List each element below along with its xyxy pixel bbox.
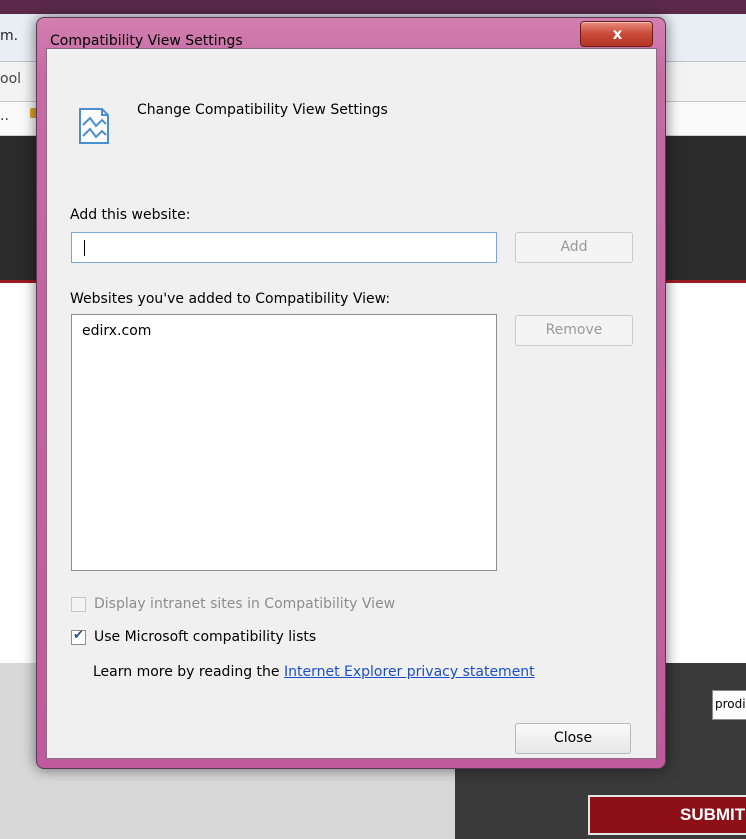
add-button-label: Add (560, 239, 588, 255)
compatibility-view-icon (78, 103, 110, 151)
list-item[interactable]: edirx.com (82, 323, 151, 339)
microsoft-lists-checkbox[interactable] (71, 628, 86, 645)
menu-text: ool (0, 71, 22, 87)
remove-button[interactable]: Remove (515, 315, 633, 346)
text-cursor (84, 240, 85, 256)
page-submit-button[interactable]: SUBMIT (588, 795, 746, 835)
dialog-title: Compatibility View Settings (50, 33, 243, 49)
dialog-header-title: Change Compatibility View Settings (137, 102, 388, 118)
privacy-statement-link[interactable]: Internet Explorer privacy statement (284, 664, 535, 680)
add-website-input[interactable] (71, 232, 497, 263)
microsoft-lists-option[interactable]: Use Microsoft compatibility lists (71, 628, 371, 649)
browser-titlebar (0, 0, 746, 14)
intranet-option[interactable]: Display intranet sites in Compatibility … (71, 596, 431, 616)
page-submit-label: SUBMIT (680, 805, 746, 824)
intranet-option-label: Display intranet sites in Compatibility … (94, 596, 396, 612)
close-icon: x (612, 25, 623, 43)
dialog-content: Change Compatibility View Settings Add t… (46, 48, 657, 759)
remove-button-label: Remove (545, 322, 603, 338)
favorites-text: .. (0, 108, 9, 124)
add-website-label: Add this website: (70, 207, 191, 223)
add-button[interactable]: Add (515, 232, 633, 263)
compatibility-view-dialog: Compatibility View Settings x Change Com… (36, 17, 666, 769)
learn-more-prefix: Learn more by reading the (93, 664, 280, 680)
added-websites-list[interactable]: edirx.com (71, 314, 497, 571)
address-text: m. (0, 28, 19, 44)
learn-more-text: Learn more by reading the Internet Explo… (93, 664, 535, 680)
dialog-close-x-button[interactable]: x (580, 21, 653, 47)
page-email-text: prodigoso (715, 697, 746, 711)
close-button[interactable]: Close (515, 723, 631, 754)
added-websites-label: Websites you've added to Compatibility V… (70, 291, 391, 307)
microsoft-lists-label: Use Microsoft compatibility lists (94, 629, 317, 645)
page-email-field[interactable]: prodigoso (712, 690, 746, 720)
close-button-label: Close (553, 730, 593, 746)
intranet-checkbox[interactable] (71, 597, 86, 612)
